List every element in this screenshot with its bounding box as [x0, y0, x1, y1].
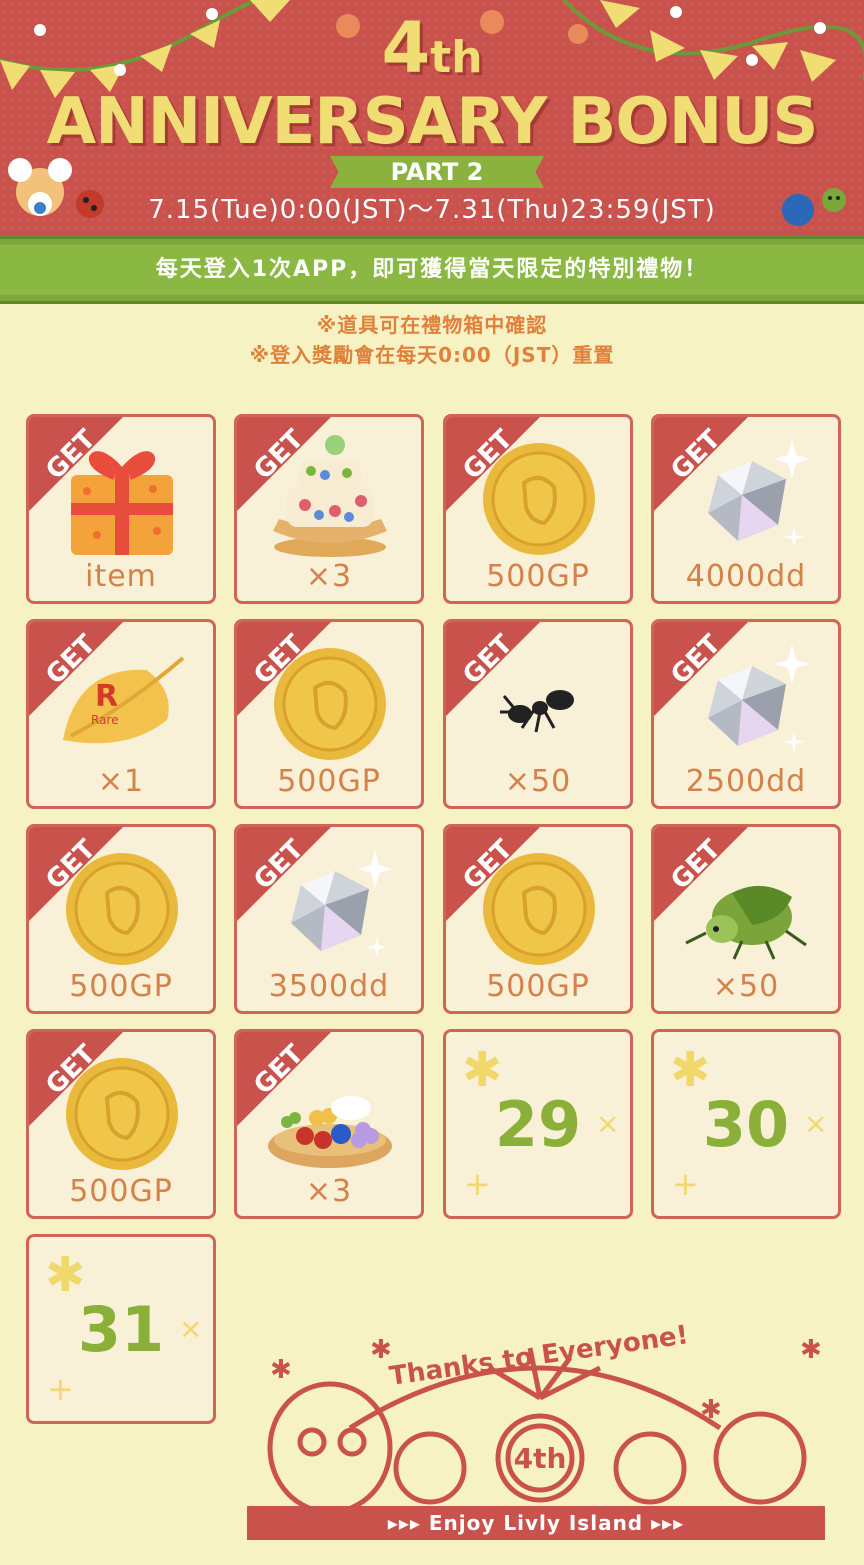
reward-card-day-13[interactable]: GET 500GP — [26, 1029, 216, 1219]
bug-tart-icon — [268, 1096, 392, 1168]
reward-card-day-11[interactable]: GET 500GP — [443, 824, 633, 1014]
reward-card-day-6[interactable]: GET 500GP — [234, 619, 424, 809]
reward-label: item — [85, 559, 157, 594]
reward-card-day-9[interactable]: GET 500GP — [26, 824, 216, 1014]
reward-label: ×50 — [712, 969, 780, 1004]
anniversary-suffix: th — [430, 32, 483, 83]
gold-coin-icon — [483, 853, 595, 965]
reward-label: 500GP — [277, 764, 381, 799]
reward-label: 4000dd — [685, 559, 807, 594]
svg-text:✱: ✱ — [270, 1355, 292, 1385]
footer-band: ▸▸▸ Enjoy Livly Island ▸▸▸ — [247, 1506, 825, 1540]
reward-label: 3500dd — [268, 969, 390, 1004]
reward-label: 500GP — [486, 559, 590, 594]
reward-card-day-2[interactable]: GET ×3 — [234, 414, 424, 604]
reward-card-day-7[interactable]: GET ×50 — [443, 619, 633, 809]
reward-label: ×1 — [97, 764, 145, 799]
diamond-icon — [708, 439, 810, 547]
cross-icon: × — [596, 1107, 620, 1140]
reward-label: 500GP — [69, 1174, 173, 1209]
mascot-icon — [8, 158, 104, 218]
plus-icon: + — [47, 1370, 74, 1408]
plus-icon: + — [464, 1165, 491, 1203]
notes: ※道具可在禮物箱中確認 ※登入獎勵會在每天0:00（JST）重置 — [0, 310, 864, 370]
diamond-icon — [708, 644, 810, 752]
reward-label: 500GP — [69, 969, 173, 1004]
svg-text:Rare: Rare — [91, 713, 118, 727]
reward-card-day-31[interactable]: ✱ 31 × + — [26, 1234, 216, 1424]
page-title: ANNIVERSARY BONUS — [46, 85, 819, 159]
reward-label: 2500dd — [685, 764, 807, 799]
ant-icon — [500, 690, 574, 733]
gold-coin-icon — [274, 648, 386, 760]
gift-box-icon — [71, 451, 173, 555]
svg-text:✱: ✱ — [700, 1395, 722, 1425]
green-bug-icon — [685, 885, 807, 960]
reward-label: ×3 — [305, 1174, 353, 1209]
header-banner: 4th ANNIVERSARY BONUS PART 2 7.15(Tue)0:… — [0, 0, 864, 240]
svg-text:✱: ✱ — [800, 1335, 822, 1365]
event-period: 7.15(Tue)0:00(JST)～7.31(Thu)23:59(JST) — [148, 195, 716, 225]
note-line-1: ※道具可在禮物箱中確認 — [316, 313, 548, 337]
bug-decoration-icon — [782, 188, 846, 226]
gold-coin-icon — [66, 1058, 178, 1170]
ribbon-text: 每天登入1次APP，即可獲得當天限定的特別禮物！ — [155, 257, 709, 282]
reward-card-day-10[interactable]: GET 3500dd — [234, 824, 424, 1014]
reward-card-day-3[interactable]: GET 500GP — [443, 414, 633, 604]
gold-coin-icon — [66, 853, 178, 965]
reward-label: ×3 — [305, 559, 353, 594]
reward-label: ×50 — [504, 764, 572, 799]
gold-coin-icon — [483, 443, 595, 555]
reward-card-day-8[interactable]: GET 2500dd — [651, 619, 841, 809]
svg-text:R: R — [95, 679, 118, 714]
part-badge: PART 2 — [330, 156, 544, 188]
reward-card-day-30[interactable]: ✱ 30 × + — [651, 1029, 841, 1219]
cake-icon — [273, 435, 387, 557]
asterisk-icon: ✱ — [670, 1042, 711, 1098]
reward-card-day-5[interactable]: GET R Rare ×1 — [26, 619, 216, 809]
reward-card-day-14[interactable]: GET ×3 — [234, 1029, 424, 1219]
reward-label: 500GP — [486, 969, 590, 1004]
diamond-icon — [291, 849, 393, 957]
reward-card-day-1[interactable]: GET item — [26, 414, 216, 604]
footer-badge: 4th — [514, 1442, 567, 1475]
asterisk-icon: ✱ — [462, 1042, 503, 1098]
instruction-ribbon: 每天登入1次APP，即可獲得當天限定的特別禮物！ — [0, 236, 864, 304]
reward-card-day-4[interactable]: GET 4000dd — [651, 414, 841, 604]
cross-icon: × — [179, 1312, 203, 1345]
reward-card-day-29[interactable]: ✱ 29 × + — [443, 1029, 633, 1219]
svg-text:✱: ✱ — [370, 1335, 392, 1365]
reward-card-day-12[interactable]: GET ×50 — [651, 824, 841, 1014]
asterisk-icon: ✱ — [45, 1247, 86, 1303]
plus-icon: + — [672, 1165, 699, 1203]
rare-leaf-icon: RRare — [63, 656, 185, 744]
cross-icon: × — [804, 1107, 828, 1140]
note-line-2: ※登入獎勵會在每天0:00（JST）重置 — [249, 343, 615, 367]
